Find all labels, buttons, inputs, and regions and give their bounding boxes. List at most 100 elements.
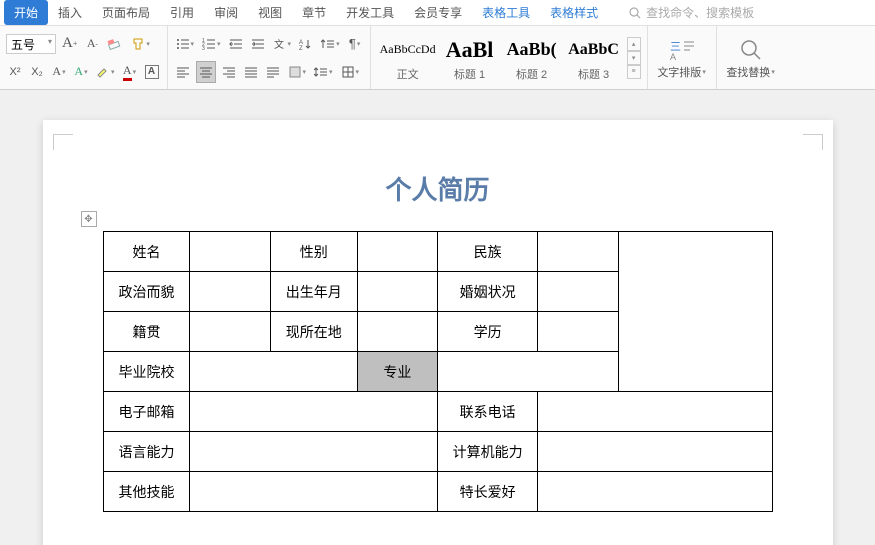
decrease-font-button[interactable]: A-: [83, 33, 101, 55]
svg-text:文: 文: [274, 38, 284, 50]
style-heading3[interactable]: AaBbC 标题 3: [563, 32, 625, 84]
svg-text:3: 3: [202, 46, 205, 50]
search-icon: [628, 6, 642, 20]
table-cell[interactable]: [538, 312, 618, 352]
table-cell[interactable]: [190, 232, 270, 272]
font-color-button[interactable]: A▾: [121, 61, 139, 83]
table-row: 语言能力 计算机能力: [103, 432, 772, 472]
table-cell[interactable]: [538, 432, 772, 472]
table-row: 毕业院校 专业: [103, 352, 772, 392]
increase-font-button[interactable]: A+: [60, 33, 79, 55]
style-heading1[interactable]: AaBl 标题 1: [439, 32, 501, 84]
align-justify-button[interactable]: [242, 61, 260, 83]
tab-references[interactable]: 引用: [160, 0, 204, 25]
shading-button[interactable]: ▾: [286, 61, 309, 83]
page[interactable]: 个人简历 ✥ 姓名 性别 民族政治而貌 出生年月 婚姻状况籍贯 现所在地 学历毕业院校 专业电…: [43, 120, 833, 545]
table-cell[interactable]: 计算机能力: [437, 432, 537, 472]
increase-indent-button[interactable]: [249, 33, 267, 55]
clear-format-button[interactable]: [105, 33, 125, 55]
table-cell[interactable]: [538, 232, 618, 272]
table-cell[interactable]: 籍贯: [103, 312, 190, 352]
styles-next-button[interactable]: ▾: [627, 51, 641, 65]
table-cell[interactable]: [357, 272, 437, 312]
font-dialog-button[interactable]: A: [143, 61, 161, 83]
table-cell[interactable]: [357, 232, 437, 272]
styles-prev-button[interactable]: ▴: [627, 37, 641, 51]
tab-table-styles[interactable]: 表格样式: [540, 0, 608, 25]
resume-table[interactable]: 姓名 性别 民族政治而貌 出生年月 婚姻状况籍贯 现所在地 学历毕业院校 专业电子邮箱 联系电话…: [103, 231, 773, 512]
svg-text:A: A: [670, 52, 676, 62]
styles-expand-button[interactable]: ≡: [627, 65, 641, 79]
search-box[interactable]: 查找命令、搜索模板: [628, 4, 754, 21]
paragraph-group: ▾ 123▾ 文▾ AZ ▾ ¶▾ ▾ ▾ ▾: [168, 26, 371, 89]
magnifier-icon: [739, 38, 763, 62]
table-cell[interactable]: [538, 392, 772, 432]
table-cell[interactable]: 特长爱好: [437, 472, 537, 512]
table-cell[interactable]: 性别: [270, 232, 357, 272]
align-distribute-button[interactable]: [264, 61, 282, 83]
table-cell[interactable]: [190, 312, 270, 352]
table-cell[interactable]: 学历: [437, 312, 537, 352]
table-cell[interactable]: 语言能力: [103, 432, 190, 472]
table-cell[interactable]: 婚姻状况: [437, 272, 537, 312]
style-body[interactable]: AaBbCcDd 正文: [377, 32, 439, 84]
table-cell[interactable]: [190, 392, 438, 432]
document-title[interactable]: 个人简历: [103, 170, 773, 207]
numbering-button[interactable]: 123▾: [200, 33, 223, 55]
bullets-button[interactable]: ▾: [174, 33, 197, 55]
table-cell[interactable]: [538, 272, 618, 312]
line-spacing-button[interactable]: ▾: [312, 61, 335, 83]
align-left-button[interactable]: [174, 61, 192, 83]
align-center-button[interactable]: [196, 61, 216, 83]
table-cell[interactable]: [437, 352, 772, 392]
superscript-button[interactable]: X²: [6, 61, 24, 83]
sort-button[interactable]: AZ: [297, 33, 315, 55]
align-right-button[interactable]: [220, 61, 238, 83]
text-direction-button[interactable]: 三A 文字排版▾: [654, 28, 710, 87]
tab-page-layout[interactable]: 页面布局: [92, 0, 160, 25]
find-replace-button[interactable]: 查找替换▾: [723, 28, 779, 87]
tab-member[interactable]: 会员专享: [404, 0, 472, 25]
change-case-button[interactable]: A▾: [50, 61, 68, 83]
table-cell[interactable]: [190, 472, 438, 512]
document-area[interactable]: 个人简历 ✥ 姓名 性别 民族政治而貌 出生年月 婚姻状况籍贯 现所在地 学历毕业院校 专业电…: [0, 90, 875, 545]
style-heading2[interactable]: AaBb( 标题 2: [501, 32, 563, 84]
table-cell[interactable]: 出生年月: [270, 272, 357, 312]
subscript-button[interactable]: X₂: [28, 61, 46, 83]
table-cell[interactable]: 其他技能: [103, 472, 190, 512]
asian-layout-button[interactable]: 文▾: [271, 33, 294, 55]
table-cell[interactable]: 专业: [357, 352, 437, 392]
tab-developer[interactable]: 开发工具: [336, 0, 404, 25]
find-replace-group: 查找替换▾: [717, 26, 785, 89]
styles-nav: ▴ ▾ ≡: [627, 37, 641, 79]
tab-review[interactable]: 审阅: [204, 0, 248, 25]
format-brush-button[interactable]: ▾: [129, 33, 152, 55]
tab-insert[interactable]: 插入: [48, 0, 92, 25]
table-row: 其他技能 特长爱好: [103, 472, 772, 512]
decrease-indent-button[interactable]: [227, 33, 245, 55]
table-cell[interactable]: 联系电话: [437, 392, 537, 432]
line-spacing-top-button[interactable]: ▾: [319, 33, 342, 55]
font-size-select[interactable]: 五号: [6, 34, 56, 54]
table-cell[interactable]: [190, 352, 357, 392]
font-effects-button[interactable]: A▾: [72, 61, 90, 83]
borders-button[interactable]: ▾: [339, 61, 362, 83]
table-cell[interactable]: 民族: [437, 232, 537, 272]
table-cell[interactable]: [190, 272, 270, 312]
show-marks-button[interactable]: ¶▾: [346, 33, 364, 55]
table-cell[interactable]: [538, 472, 772, 512]
tab-start[interactable]: 开始: [4, 0, 48, 25]
tab-chapter[interactable]: 章节: [292, 0, 336, 25]
table-cell[interactable]: 政治而貌: [103, 272, 190, 312]
highlight-button[interactable]: ▾: [94, 61, 117, 83]
table-cell[interactable]: 毕业院校: [103, 352, 190, 392]
resume-table-wrap: ✥ 姓名性别民族政治而貌出生年月婚姻状况籍贯现所在地学历毕业院校专业电子邮箱联系…: [103, 231, 773, 512]
table-move-handle[interactable]: ✥: [81, 211, 97, 227]
table-cell[interactable]: [357, 312, 437, 352]
tab-table-tools[interactable]: 表格工具: [472, 0, 540, 25]
table-cell[interactable]: [190, 432, 438, 472]
table-cell[interactable]: 姓名: [103, 232, 190, 272]
table-cell[interactable]: 电子邮箱: [103, 392, 190, 432]
table-cell[interactable]: 现所在地: [270, 312, 357, 352]
tab-view[interactable]: 视图: [248, 0, 292, 25]
